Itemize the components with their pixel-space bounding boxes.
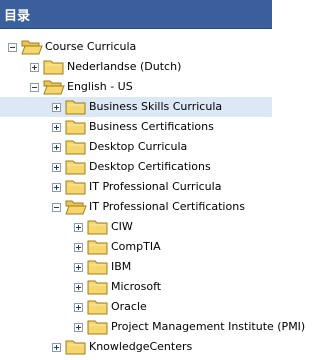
tree-node-desktop-certifications[interactable]: Desktop Certifications (0, 157, 272, 177)
expand-toggle-icon[interactable] (52, 143, 61, 152)
expand-toggle-icon[interactable] (74, 303, 83, 312)
expand-toggle-icon[interactable] (52, 343, 61, 352)
folder-icon (65, 178, 87, 196)
tree-node-label[interactable]: Business Certifications (89, 120, 214, 134)
tree-node-it-professional-certifications[interactable]: IT Professional Certifications (0, 197, 272, 217)
folder-icon (87, 238, 109, 256)
tree-node-label[interactable]: KnowledgeCenters (89, 340, 192, 354)
folder-icon (65, 98, 87, 116)
tree-node-label[interactable]: CIW (111, 220, 133, 234)
tree-node-label[interactable]: IT Professional Curricula (89, 180, 221, 194)
expand-toggle-icon[interactable] (52, 183, 61, 192)
tree-node-business-certifications[interactable]: Business Certifications (0, 117, 272, 137)
tree-node-label[interactable]: Desktop Curricula (89, 140, 187, 154)
tree-node-label[interactable]: IT Professional Certifications (89, 200, 245, 214)
tree-node-comptia[interactable]: CompTIA (0, 237, 272, 257)
tree-node-it-professional-curricula[interactable]: IT Professional Curricula (0, 177, 272, 197)
folder-open-icon (65, 198, 87, 216)
folder-open-icon (43, 78, 65, 96)
tree-node-label[interactable]: Nederlandse (Dutch) (67, 60, 181, 74)
collapse-toggle-icon[interactable] (8, 43, 17, 52)
tree-node-project-management-institute-pmi[interactable]: Project Management Institute (PMI) (0, 317, 305, 337)
folder-icon (87, 218, 109, 236)
folder-icon (43, 58, 65, 76)
tree-node-microsoft[interactable]: Microsoft (0, 277, 272, 297)
expand-toggle-icon[interactable] (52, 123, 61, 132)
tree-node-label[interactable]: Business Skills Curricula (89, 100, 222, 114)
tree-node-ciw[interactable]: CIW (0, 217, 272, 237)
expand-toggle-icon[interactable] (52, 103, 61, 112)
tree-node-label[interactable]: Project Management Institute (PMI) (111, 320, 305, 334)
expand-toggle-icon[interactable] (52, 163, 61, 172)
tree-node-label[interactable]: IBM (111, 260, 131, 274)
folder-icon (87, 318, 109, 336)
folder-icon (87, 298, 109, 316)
tree-node-business-skills-curricula[interactable]: Business Skills Curricula (0, 97, 272, 117)
tree-node-label[interactable]: CompTIA (111, 240, 161, 254)
panel-header: 目录 (0, 0, 272, 29)
tree-node-ibm[interactable]: IBM (0, 257, 272, 277)
tree-node-course-curricula[interactable]: Course Curricula (0, 37, 272, 57)
tree-node-label[interactable]: English - US (67, 80, 133, 94)
tree-node-label[interactable]: Desktop Certifications (89, 160, 211, 174)
tree-node-knowledgecenters[interactable]: KnowledgeCenters (0, 337, 272, 357)
folder-icon (65, 138, 87, 156)
expand-toggle-icon[interactable] (74, 223, 83, 232)
tree-node-label[interactable]: Oracle (111, 300, 147, 314)
expand-toggle-icon[interactable] (30, 63, 39, 72)
folder-open-icon (21, 38, 43, 56)
folder-icon (65, 118, 87, 136)
tree-node-english-us[interactable]: English - US (0, 77, 272, 97)
collapse-toggle-icon[interactable] (52, 203, 61, 212)
tree-node-label[interactable]: Microsoft (111, 280, 161, 294)
panel-title: 目录 (4, 9, 31, 24)
expand-toggle-icon[interactable] (74, 243, 83, 252)
expand-toggle-icon[interactable] (74, 263, 83, 272)
expand-toggle-icon[interactable] (74, 283, 83, 292)
folder-icon (65, 158, 87, 176)
expand-toggle-icon[interactable] (74, 323, 83, 332)
collapse-toggle-icon[interactable] (30, 83, 39, 92)
tree-node-nederlandse-dutch[interactable]: Nederlandse (Dutch) (0, 57, 272, 77)
folder-icon (87, 278, 109, 296)
tree-node-oracle[interactable]: Oracle (0, 297, 272, 317)
tree-node-label[interactable]: Course Curricula (45, 40, 136, 54)
folder-icon (65, 338, 87, 356)
tree-node-desktop-curricula[interactable]: Desktop Curricula (0, 137, 272, 157)
folder-icon (87, 258, 109, 276)
course-tree: Course Curricula Nederlandse (Dutch) Engli… (0, 28, 305, 357)
